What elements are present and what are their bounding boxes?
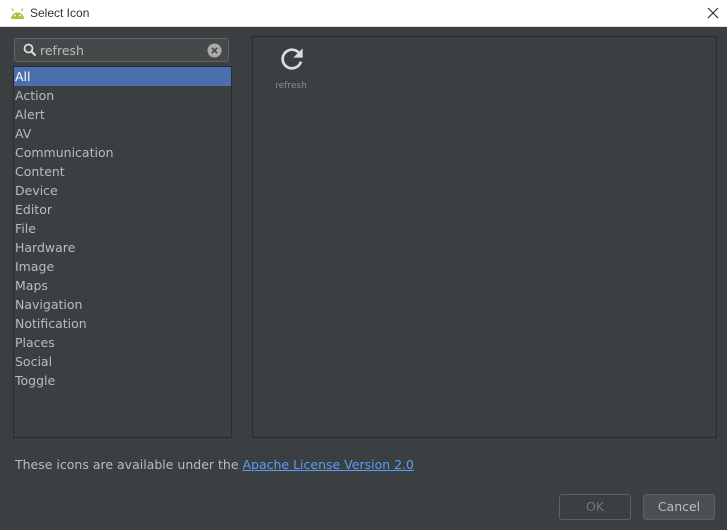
category-item-file[interactable]: File (14, 219, 231, 238)
title-bar: Select Icon (0, 0, 727, 27)
license-prefix: These icons are available under the (15, 457, 243, 472)
android-icon (11, 8, 24, 19)
category-item-all[interactable]: All (14, 67, 231, 86)
cancel-button[interactable]: Cancel (643, 494, 715, 520)
category-list[interactable]: All Action Alert AV Communication Conten… (13, 66, 232, 438)
category-item-notification[interactable]: Notification (14, 314, 231, 333)
category-item-content[interactable]: Content (14, 162, 231, 181)
search-field[interactable] (14, 38, 229, 62)
search-icon (23, 43, 37, 57)
category-item-places[interactable]: Places (14, 333, 231, 352)
category-item-alert[interactable]: Alert (14, 105, 231, 124)
icon-label: refresh (275, 81, 307, 91)
clear-icon[interactable] (207, 43, 222, 58)
license-text: These icons are available under the Apac… (15, 457, 414, 472)
category-item-navigation[interactable]: Navigation (14, 295, 231, 314)
category-item-hardware[interactable]: Hardware (14, 238, 231, 257)
refresh-icon (281, 48, 303, 70)
category-item-editor[interactable]: Editor (14, 200, 231, 219)
search-input[interactable] (40, 41, 200, 59)
category-item-communication[interactable]: Communication (14, 143, 231, 162)
category-item-social[interactable]: Social (14, 352, 231, 371)
window-title: Select Icon (30, 6, 90, 20)
close-button[interactable] (704, 4, 722, 22)
category-item-action[interactable]: Action (14, 86, 231, 105)
category-item-device[interactable]: Device (14, 181, 231, 200)
category-item-image[interactable]: Image (14, 257, 231, 276)
icon-tile-refresh[interactable]: refresh (269, 43, 313, 95)
category-item-toggle[interactable]: Toggle (14, 371, 231, 390)
category-item-maps[interactable]: Maps (14, 276, 231, 295)
license-link[interactable]: Apache License Version 2.0 (242, 457, 414, 472)
category-item-av[interactable]: AV (14, 124, 231, 143)
close-icon (707, 7, 719, 19)
ok-button[interactable]: OK (559, 494, 631, 520)
icon-grid: refresh (252, 36, 717, 438)
